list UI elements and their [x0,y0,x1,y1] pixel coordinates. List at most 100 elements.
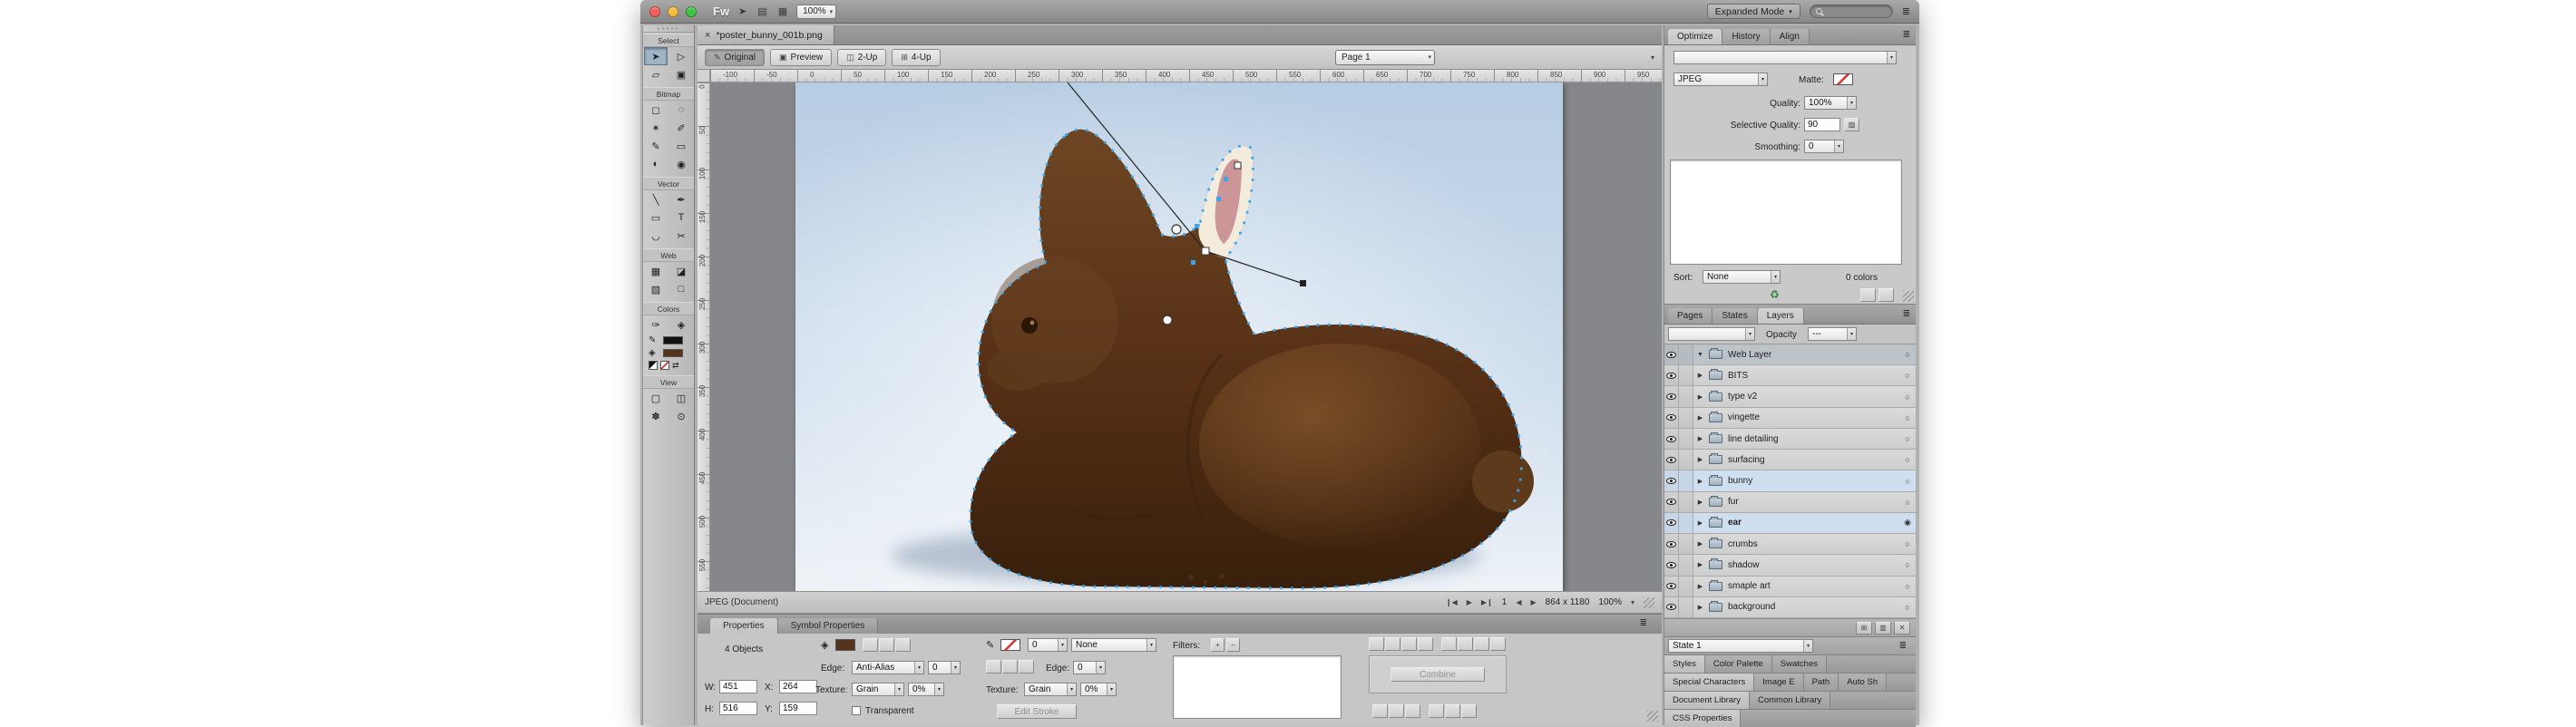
stroke-size-select[interactable]: 0 ▾ [1028,638,1068,652]
layer-expander[interactable]: ▶ [1693,561,1707,568]
layer-expander[interactable]: ▶ [1693,478,1707,485]
swap-colors-button[interactable]: ⇄ [672,361,679,370]
eraser-tool[interactable]: ▭ [669,137,693,155]
layer-visibility-toggle[interactable] [1664,512,1679,534]
layer-row-background[interactable]: ▶ background ○ [1664,596,1916,619]
panel-icon-button[interactable] [1405,704,1420,718]
stroke-option-button[interactable] [1019,660,1034,674]
window-minimize-button[interactable] [668,5,678,17]
layer-row-bits[interactable]: ▶ BITS ○ [1664,365,1916,387]
new-layer-button[interactable]: ▥ [1875,621,1891,635]
transparent-checkbox[interactable] [852,706,861,715]
panel-tab[interactable]: Swatches [1771,655,1827,673]
panel-tab[interactable]: Path [1803,674,1839,691]
workspace-mode-button[interactable]: Expanded Mode ▾ [1706,4,1800,19]
panel-menu-icon[interactable]: ≣ [1640,618,1647,628]
panel-tab[interactable]: Auto Sh [1839,674,1888,691]
layer-row-web-layer[interactable]: ▼ Web Layer ○ [1664,344,1916,366]
panel-icon-button[interactable] [1878,288,1894,302]
layer-visibility-toggle[interactable] [1664,428,1679,450]
properties-tab[interactable]: Symbol Properties [777,618,879,634]
panel-tab[interactable]: Image E [1754,674,1804,691]
layer-visibility-toggle[interactable] [1664,555,1679,576]
layer-state-icon[interactable]: ○ [1899,603,1916,612]
layer-row-ear[interactable]: ▶ ear ◉ [1664,512,1916,535]
panel-icon-button[interactable] [1389,704,1404,718]
stroke-category-select[interactable]: None ▾ [1071,638,1156,652]
panel-menu-icon[interactable]: ≣ [1899,641,1907,651]
color-table[interactable] [1670,160,1902,265]
next-state-button[interactable]: ▶ [1531,598,1537,606]
panel-menu-icon[interactable]: ≣ [1902,5,1910,17]
fill-color-well[interactable] [663,349,683,357]
panel-icon-button[interactable] [1461,704,1477,718]
document-icon[interactable]: ▤ [756,5,768,17]
previous-state-button[interactable]: ◀ [1516,598,1521,606]
saved-settings-select[interactable]: ▾ [1673,51,1897,64]
layer-row-fur[interactable]: ▶ fur ○ [1664,491,1916,513]
layer-visibility-toggle[interactable] [1664,365,1679,386]
panel-tab[interactable]: Styles [1664,655,1705,673]
show-hotspots-tool[interactable]: □ [669,280,693,298]
panel-tab[interactable]: Optimize [1668,29,1723,44]
panel-icon-button[interactable] [1441,637,1457,651]
layer-expander[interactable]: ▶ [1693,435,1707,442]
blend-mode-select[interactable]: ▾ [1668,327,1755,341]
view-mode-tab[interactable]: ◫ 2-Up [837,48,887,66]
pen-tool[interactable]: ✒ [669,190,693,208]
stroke-option-button[interactable] [986,660,1001,674]
first-state-button[interactable]: ❙◀ [1446,598,1458,606]
y-field[interactable]: 159 [779,702,817,715]
panel-icon-button[interactable] [1385,637,1400,651]
export-format-select[interactable]: JPEG ▾ [1673,73,1768,86]
resize-grip[interactable] [1903,291,1914,302]
view-mode-tab[interactable]: ⊞ 4-Up [892,48,941,66]
hide-hotspots-tool[interactable]: ▧ [644,280,668,298]
selective-quality-mask-button[interactable]: ▨ [1844,118,1859,131]
layer-expander[interactable]: ▶ [1693,519,1707,527]
panel-icon-button[interactable] [1418,637,1433,651]
fill-edge-amount[interactable]: 0 ▾ [928,661,961,674]
freeform-tool[interactable]: ◡ [644,227,668,245]
fill-texture-amount[interactable]: 0% ▾ [908,683,944,696]
fill-option-button[interactable] [895,638,911,652]
layer-expander[interactable]: ▶ [1693,583,1707,590]
fill-texture-select[interactable]: Grain ▾ [852,683,904,696]
grid-icon[interactable]: ▦ [776,5,789,17]
stroke-texture-amount[interactable]: 0% ▾ [1080,683,1117,696]
panel-icon-button[interactable] [1490,637,1506,651]
panel-icon-button[interactable] [1401,637,1417,651]
panel-icon-button[interactable] [1458,637,1473,651]
filters-list[interactable] [1173,655,1342,719]
rebuild-icon[interactable]: ♻ [1770,288,1780,301]
layer-expander[interactable]: ▶ [1693,393,1707,401]
page-selector[interactable]: Page 1 ▾ [1335,49,1435,65]
play-states-button[interactable]: ▶ [1467,598,1472,606]
layer-visibility-toggle[interactable] [1664,344,1679,365]
subselection-tool[interactable]: ▷ [669,47,693,65]
layer-state-icon[interactable]: ○ [1899,560,1916,569]
layer-state-icon[interactable]: ○ [1899,582,1916,591]
panel-tab[interactable]: Layers [1757,308,1804,324]
chevron-down-icon[interactable]: ▾ [1631,598,1634,606]
panel-menu-icon[interactable]: ≣ [1903,30,1910,40]
fill-option-button[interactable] [879,638,894,652]
layer-state-icon[interactable]: ○ [1899,371,1916,380]
zoom-level[interactable]: 100% [1598,597,1622,607]
panel-icon-button[interactable] [1445,704,1460,718]
layer-expander[interactable]: ▶ [1693,499,1707,506]
layer-expander[interactable]: ▶ [1693,604,1707,611]
state-selector[interactable]: State 1 ▾ [1668,639,1813,653]
layer-state-icon[interactable]: ○ [1899,455,1916,464]
layer-state-icon[interactable]: ○ [1899,477,1916,486]
layer-expander[interactable]: ▶ [1693,456,1707,463]
layer-row-type-v2[interactable]: ▶ type v2 ○ [1664,386,1916,408]
stroke-edge-amount[interactable]: 0 ▾ [1073,661,1106,674]
panel-icon-button[interactable] [1429,704,1444,718]
layer-expander[interactable]: ▶ [1693,414,1707,422]
layer-visibility-toggle[interactable] [1664,576,1679,596]
standard-screen-mode[interactable]: ▢ [644,389,668,407]
panel-icon-button[interactable] [1369,637,1384,651]
zoom-tool[interactable]: ⊙ [669,407,693,425]
layer-state-icon[interactable]: ○ [1899,413,1916,422]
